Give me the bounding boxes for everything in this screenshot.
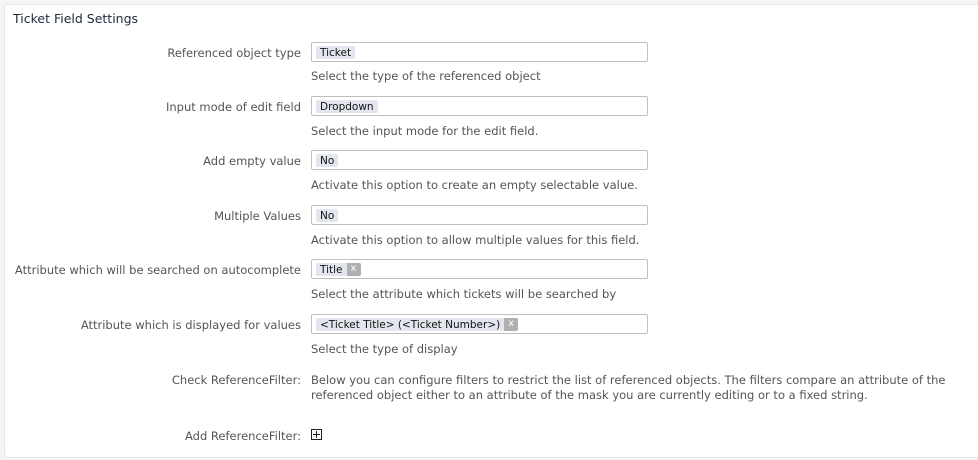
selected-value: No — [320, 154, 335, 167]
selected-value-tag: Title x — [316, 263, 361, 276]
label-search-attribute: Attribute which will be searched on auto… — [14, 263, 301, 277]
selected-value-tag: Ticket — [316, 46, 356, 59]
label-display-attribute: Attribute which is displayed for values — [80, 318, 301, 332]
selected-value: Title — [320, 263, 343, 276]
input-mode-select[interactable]: Dropdown — [311, 96, 648, 116]
hint-search-attribute: Select the attribute which tickets will … — [311, 287, 617, 301]
selected-value-tag: No — [316, 154, 339, 167]
selected-value-tag: Dropdown — [316, 100, 378, 113]
label-referenced-object-type: Referenced object type — [167, 46, 301, 60]
selected-value: Dropdown — [320, 100, 374, 113]
multiple-values-select[interactable]: No — [311, 205, 648, 225]
add-empty-value-select[interactable]: No — [311, 150, 648, 170]
hint-input-mode: Select the input mode for the edit field… — [311, 124, 539, 138]
selected-value: No — [320, 209, 335, 222]
display-attribute-select[interactable]: <Ticket Title> (<Ticket Number>) x — [311, 314, 648, 334]
panel-title: Ticket Field Settings — [13, 11, 139, 26]
selected-value: Ticket — [320, 46, 352, 59]
label-multiple-values: Multiple Values — [214, 209, 301, 223]
label-check-reference-filter: Check ReferenceFilter: — [171, 373, 301, 387]
label-add-empty-value: Add empty value — [203, 154, 301, 168]
label-input-mode: Input mode of edit field — [166, 100, 301, 114]
remove-value-button[interactable]: x — [346, 263, 361, 276]
selected-value-tag: No — [316, 209, 339, 222]
add-reference-filter-button[interactable] — [311, 429, 322, 440]
hint-add-empty-value: Activate this option to create an empty … — [311, 178, 638, 192]
selected-value: <Ticket Title> (<Ticket Number>) — [320, 318, 501, 331]
hint-referenced-object-type: Select the type of the referenced object — [311, 69, 541, 83]
hint-multiple-values: Activate this option to allow multiple v… — [311, 233, 640, 247]
hint-display-attribute: Select the type of display — [311, 342, 458, 356]
label-add-reference-filter: Add ReferenceFilter: — [185, 429, 301, 443]
reference-filter-description: Below you can configure filters to restr… — [311, 373, 946, 402]
referenced-object-type-select[interactable]: Ticket — [311, 42, 648, 62]
search-attribute-select[interactable]: Title x — [311, 259, 648, 279]
remove-value-button[interactable]: x — [504, 318, 519, 331]
selected-value-tag: <Ticket Title> (<Ticket Number>) x — [316, 318, 519, 331]
